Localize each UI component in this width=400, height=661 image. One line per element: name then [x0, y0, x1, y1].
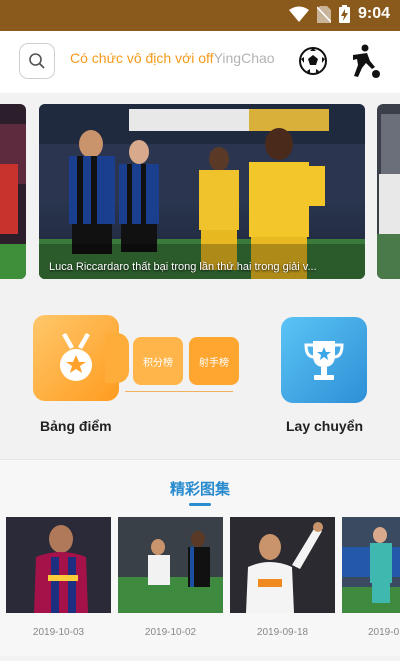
wifi-icon — [288, 6, 309, 22]
status-bar: 9:04 — [0, 0, 400, 31]
standings-label: Bảng điểm — [40, 418, 112, 434]
battery-charging-icon — [338, 5, 350, 23]
gallery-item[interactable] — [6, 517, 111, 613]
marquee-text: Có chức vô địch với off — [70, 50, 214, 66]
banner-prev[interactable] — [0, 104, 26, 279]
gallery-image — [118, 517, 223, 613]
cup-label: Lay chuyển — [286, 418, 364, 434]
status-time: 9:04 — [357, 5, 390, 22]
medal-icon — [60, 333, 92, 381]
banner-main-image — [39, 104, 365, 279]
marquee-suffix: YingChao — [213, 50, 275, 66]
cup-tile[interactable] — [281, 317, 367, 403]
points-table-button[interactable]: 积分榜 — [133, 337, 183, 385]
search-icon — [29, 53, 45, 69]
banner-main[interactable]: Luca Riccardaro thất bại trong lần thứ h… — [39, 104, 365, 279]
football-icon[interactable] — [298, 46, 328, 76]
gallery-date: 2019-09-18 — [256, 627, 309, 638]
news-marquee[interactable]: Có chức vô địch với offYingChao — [70, 50, 285, 72]
top-scorers-button[interactable]: 射手榜 — [189, 337, 239, 385]
gallery-image — [230, 517, 335, 613]
gallery-item[interactable] — [118, 517, 223, 613]
gallery-date: 2019-0 — [368, 627, 400, 638]
banner-prev-image — [0, 104, 26, 279]
banner-caption: Luca Riccardaro thất bại trong lần thứ h… — [49, 261, 317, 273]
gallery-image — [6, 517, 111, 613]
banner-next-image — [377, 104, 400, 279]
banner-next[interactable] — [377, 104, 400, 279]
standings-tile[interactable] — [33, 315, 129, 401]
gallery-item[interactable] — [342, 517, 400, 613]
gallery-image — [342, 517, 400, 613]
gallery-section: 精彩图集 2019-10-03 2019-10-02 2019-09-18 20… — [0, 459, 400, 656]
gallery-date: 2019-10-02 — [144, 627, 197, 638]
trophy-icon — [304, 341, 344, 380]
gallery-title-underline — [189, 503, 211, 506]
gallery-item[interactable] — [230, 517, 335, 613]
no-sim-icon — [316, 5, 331, 23]
gallery-title: 精彩图集 — [169, 481, 230, 498]
gallery-date: 2019-10-03 — [32, 627, 85, 638]
top-bar: Có chức vô địch với offYingChao — [0, 31, 400, 93]
tile-divider — [125, 391, 233, 392]
search-button[interactable] — [19, 43, 55, 79]
player-icon[interactable] — [345, 43, 381, 79]
